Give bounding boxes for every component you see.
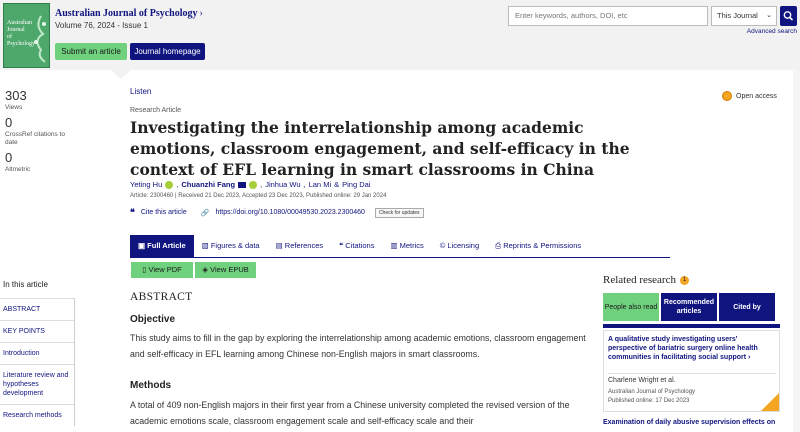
nav-item-literature-review[interactable]: Literature review and hypotheses develop… bbox=[0, 364, 74, 404]
printer-icon: ⎙ bbox=[495, 241, 504, 250]
tab-metrics[interactable]: ▥ Metrics bbox=[382, 235, 431, 257]
open-access-icon bbox=[722, 91, 732, 101]
open-access-label: Open access bbox=[736, 92, 777, 100]
methods-text: A total of 409 non-English majors in the… bbox=[130, 400, 570, 426]
related-article-date: Published online: 17 Dec 2023 bbox=[608, 398, 690, 404]
methods-heading: Methods bbox=[130, 380, 172, 391]
advanced-search-link[interactable]: Advanced search bbox=[747, 28, 797, 35]
author-link[interactable]: Chuanzhi Fang bbox=[181, 180, 235, 189]
email-icon[interactable] bbox=[238, 181, 247, 188]
listen-button[interactable]: Listen bbox=[130, 87, 151, 96]
tab-recommended-articles[interactable]: Recommended articles bbox=[661, 293, 717, 321]
abstract-heading: ABSTRACT bbox=[130, 291, 193, 303]
orcid-icon[interactable] bbox=[249, 180, 258, 189]
article-nav: ABSTRACT KEY POINTS Introduction Literat… bbox=[0, 298, 75, 426]
related-article-journal: Australian Journal of Psychology bbox=[608, 389, 696, 395]
article-title: Investigating the interrelationship amon… bbox=[130, 118, 630, 179]
altmetric-label: Altmetric bbox=[5, 166, 31, 173]
views-label: Views bbox=[5, 104, 23, 111]
check-for-updates-badge[interactable]: Check for updates bbox=[374, 207, 424, 218]
search-icon bbox=[783, 11, 794, 21]
page-scrollbar[interactable] bbox=[793, 70, 800, 432]
image-icon: ▧ bbox=[201, 241, 211, 250]
journal-title-link[interactable]: Australian Journal of Psychology › bbox=[55, 8, 203, 19]
chevron-down-icon: ⌄ bbox=[766, 12, 772, 19]
tab-citations[interactable]: ❝ Citations bbox=[331, 235, 382, 257]
tab-licensing[interactable]: © Licensing bbox=[432, 235, 487, 257]
altmetric-count: 0 bbox=[5, 150, 13, 165]
related-article-card[interactable]: A qualitative study investigating users'… bbox=[603, 330, 780, 412]
crossref-label: CrossRef citations to date bbox=[5, 131, 65, 146]
related-research-heading: Related research 1 bbox=[603, 274, 689, 286]
author-link[interactable]: Yeting Hu bbox=[130, 180, 162, 189]
cite-article-link[interactable]: Cite this article bbox=[141, 209, 187, 216]
journal-volume[interactable]: Volume 76, 2024 - Issue 1 bbox=[55, 21, 148, 30]
author-link[interactable]: Jinhua Wu bbox=[265, 180, 300, 189]
search-input[interactable]: Enter keywords, authors, DOI, etc bbox=[508, 6, 708, 26]
open-access-corner-icon bbox=[761, 393, 779, 411]
journal-cover[interactable]: Australian Journal of Psychology bbox=[3, 3, 50, 68]
submit-article-button[interactable]: Submit an article bbox=[55, 43, 127, 60]
epub-icon: ◈ bbox=[202, 265, 211, 274]
tab-people-also-read[interactable]: People also read bbox=[603, 293, 659, 321]
nav-item-key-points[interactable]: KEY POINTS bbox=[0, 320, 74, 342]
link-icon: 🔗 bbox=[200, 209, 210, 217]
view-pdf-button[interactable]: ▯ View PDF bbox=[131, 262, 193, 278]
views-count: 303 bbox=[5, 88, 27, 103]
tab-figures[interactable]: ▧ Figures & data bbox=[194, 235, 268, 257]
open-access-badge: Open access bbox=[722, 91, 777, 101]
orcid-icon[interactable] bbox=[165, 180, 174, 189]
in-article-heading: In this article bbox=[3, 280, 48, 289]
bar-chart-icon: ▥ bbox=[390, 241, 400, 250]
tab-reprints[interactable]: ⎙ Reprints & Permissions bbox=[487, 235, 589, 257]
related-article-title[interactable]: Examination of daily abusive supervision… bbox=[603, 419, 780, 426]
cover-art-icon bbox=[34, 15, 46, 63]
search-scope-select[interactable]: This Journal ⌄ bbox=[711, 6, 777, 26]
file-icon: ▣ bbox=[138, 241, 148, 250]
nav-item-abstract[interactable]: ABSTRACT bbox=[0, 298, 74, 320]
chevron-right-icon: › bbox=[748, 354, 751, 361]
card-divider bbox=[608, 373, 776, 374]
quote-icon: ❝ bbox=[130, 207, 135, 217]
related-article-author: Charlene Wright et al. bbox=[608, 377, 676, 384]
article-type: Research Article bbox=[130, 107, 181, 114]
tab-full-article[interactable]: ▣ Full Article bbox=[130, 235, 194, 257]
cite-row: ❝ Cite this article 🔗 https://doi.org/10… bbox=[130, 207, 424, 218]
crossref-count: 0 bbox=[5, 115, 13, 130]
tab-references[interactable]: ▤ References bbox=[268, 235, 332, 257]
author-link[interactable]: Lan Mi bbox=[309, 180, 332, 189]
tab-underline bbox=[130, 257, 670, 258]
journal-homepage-button[interactable]: Journal homepage bbox=[130, 43, 205, 60]
related-tabs: People also read Recommended articles Ci… bbox=[603, 293, 775, 321]
objective-heading: Objective bbox=[130, 314, 176, 325]
article-dates: Article: 2300460 | Received 21 Dec 2023,… bbox=[130, 193, 387, 199]
related-tabs-bar bbox=[603, 324, 780, 328]
tab-cited-by[interactable]: Cited by bbox=[719, 293, 775, 321]
info-badge-icon[interactable]: 1 bbox=[679, 275, 689, 285]
doi-link[interactable]: https://doi.org/10.1080/00049530.2023.23… bbox=[215, 209, 364, 216]
book-icon: ▤ bbox=[275, 241, 285, 250]
objective-text: This study aims to fill in the gap by ex… bbox=[130, 333, 586, 359]
search-button[interactable] bbox=[780, 6, 797, 26]
nav-item-introduction[interactable]: Introduction bbox=[0, 342, 74, 364]
author-link[interactable]: Ping Dai bbox=[342, 180, 370, 189]
view-epub-button[interactable]: ◈ View EPUB bbox=[195, 262, 256, 278]
chevron-right-icon: › bbox=[199, 8, 203, 19]
journal-header: Australian Journal of Psychology Austral… bbox=[0, 0, 800, 70]
search-scope-value: This Journal bbox=[717, 11, 758, 20]
nav-item-research-methods[interactable]: Research methods bbox=[0, 404, 74, 426]
header-pointer bbox=[111, 70, 131, 79]
article-tabs: ▣ Full Article ▧ Figures & data ▤ Refere… bbox=[130, 235, 589, 257]
author-list: Yeting Hu , Chuanzhi Fang , Jinhua Wu , … bbox=[130, 180, 371, 189]
related-article-title[interactable]: A qualitative study investigating users'… bbox=[608, 335, 778, 362]
